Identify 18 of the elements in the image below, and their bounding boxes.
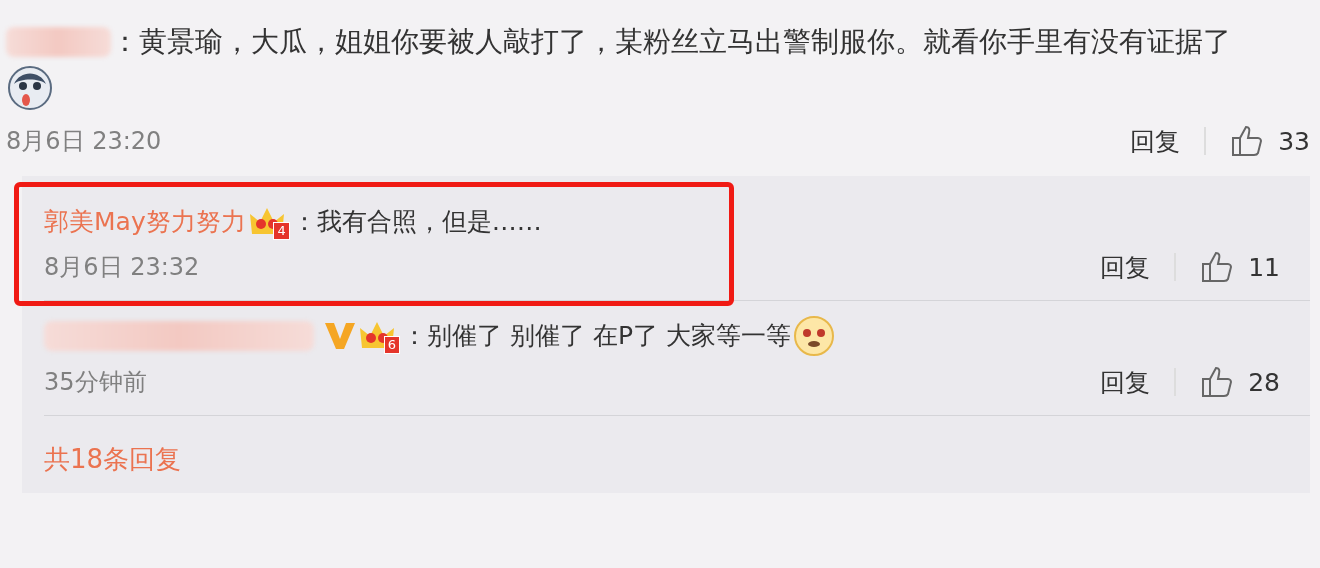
thumbs-up-icon[interactable] [1200,365,1235,399]
dog-emoji-icon [792,315,835,357]
reply-link[interactable]: 回复 [1100,365,1151,399]
like-count: 11 [1248,252,1280,282]
comment-time: 8月6日 23:20 [6,126,162,157]
reply-link[interactable]: 回复 [1130,124,1181,158]
husky-emoji-icon [6,64,54,112]
like-count: 33 [1278,126,1310,156]
reply-time: 35分钟前 [44,367,147,398]
reply-link[interactable]: 回复 [1100,250,1151,284]
verified-v-icon [324,321,356,351]
like-count: 28 [1248,367,1280,397]
reply-time: 8月6日 23:32 [44,252,200,283]
reply-text: ：别催了 别催了 在P了 大家等一等 [402,320,791,352]
comment-text: ：黄景瑜，大瓜，姐姐你要被人敲打了，某粉丝立马出警制服你。就看你手里有没有证据了 [111,24,1231,60]
thumbs-up-icon[interactable] [1200,250,1235,284]
reply-text: ：我有合照，但是…… [291,206,542,238]
thumbs-up-icon[interactable] [1230,124,1265,158]
